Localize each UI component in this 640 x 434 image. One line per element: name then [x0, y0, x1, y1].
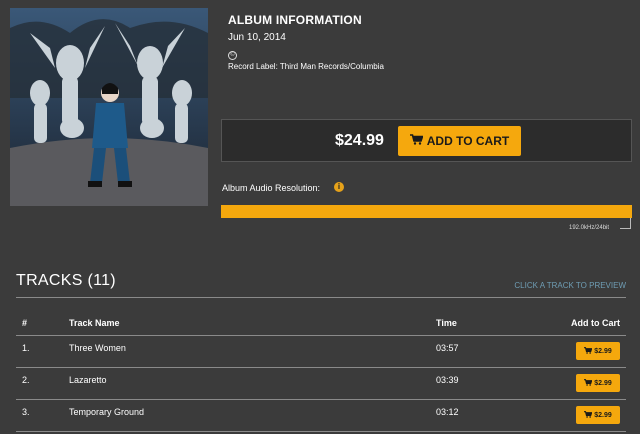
preview-hint: CLICK A TRACK TO PREVIEW	[514, 281, 626, 290]
resolution-marker-line	[620, 228, 631, 229]
cart-icon	[584, 410, 593, 420]
cart-icon	[409, 134, 424, 148]
track-name[interactable]: Lazaretto	[69, 375, 107, 385]
add-track-to-cart-button[interactable]: $2.99	[576, 374, 620, 392]
table-row[interactable]: 1. Three Women 03:57 $2.99	[16, 336, 626, 366]
resolution-value: 192.0kHz/24bit	[569, 225, 610, 231]
track-time: 03:12	[436, 407, 459, 417]
album-price: $24.99	[335, 132, 384, 149]
table-row[interactable]: 2. Lazaretto 03:39 $2.99	[16, 368, 626, 398]
resolution-marker	[630, 218, 631, 228]
track-time: 03:57	[436, 343, 459, 353]
header-cart: Add to Cart	[571, 318, 620, 328]
tracks-title: TRACKS (11)	[16, 272, 116, 289]
track-time: 03:39	[436, 375, 459, 385]
add-track-to-cart-button[interactable]: $2.99	[576, 406, 620, 424]
add-track-to-cart-button[interactable]: $2.99	[576, 342, 620, 360]
record-label: Record Label: Third Man Records/Columbia	[228, 62, 384, 71]
track-number: 2.	[22, 375, 30, 385]
divider	[16, 431, 626, 432]
album-info: ALBUM INFORMATION Jun 10, 2014 © Record …	[228, 13, 384, 71]
track-price: $2.99	[594, 347, 612, 355]
track-number: 1.	[22, 343, 30, 353]
add-to-cart-label: ADD TO CART	[426, 134, 510, 148]
cart-icon	[584, 346, 593, 356]
release-date: Jun 10, 2014	[228, 32, 286, 43]
track-price: $2.99	[594, 379, 612, 387]
resolution-bar-fill	[222, 206, 631, 217]
table-row[interactable]: 3. Temporary Ground 03:12 $2.99	[16, 400, 626, 430]
track-number: 3.	[22, 407, 30, 417]
album-info-title: ALBUM INFORMATION	[228, 13, 362, 27]
copyright-icon: ©	[228, 51, 237, 60]
track-name[interactable]: Temporary Ground	[69, 407, 144, 417]
track-price: $2.99	[594, 411, 612, 419]
purchase-panel: $24.99 ADD TO CART	[221, 119, 632, 162]
track-name[interactable]: Three Women	[69, 343, 126, 353]
resolution-bar	[221, 205, 632, 218]
info-icon[interactable]: i	[334, 182, 344, 192]
album-cover	[10, 8, 208, 206]
cart-icon	[584, 378, 593, 388]
resolution-label: Album Audio Resolution:	[222, 183, 321, 193]
header-num: #	[22, 318, 28, 328]
header-time: Time	[436, 318, 457, 328]
header-name: Track Name	[69, 318, 120, 328]
add-to-cart-button[interactable]: ADD TO CART	[398, 126, 521, 156]
divider	[16, 297, 626, 298]
